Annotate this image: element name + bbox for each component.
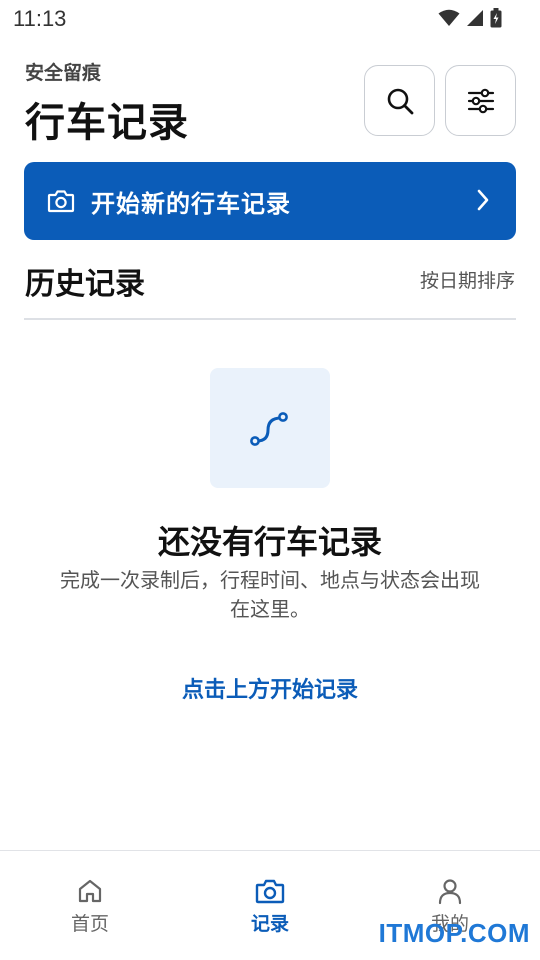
start-recording-link[interactable]: 点击上方开始记录	[0, 672, 540, 704]
nav-record-label: 记录	[250, 913, 289, 935]
route-icon	[250, 412, 288, 446]
wifi-icon	[438, 9, 460, 26]
battery-icon	[490, 8, 502, 28]
status-time: 11:13	[13, 6, 67, 31]
search-icon	[387, 88, 413, 114]
sliders-icon	[467, 88, 494, 113]
watermark: ITMOP.COM	[378, 918, 530, 948]
nav-record[interactable]: 记录	[180, 851, 360, 960]
start-record-button[interactable]: 开始新的行车记录	[24, 162, 516, 240]
start-record-label: 开始新的行车记录	[91, 189, 291, 218]
person-icon	[438, 879, 462, 905]
status-bar: 11:13	[0, 0, 540, 40]
app-subtitle: 安全留痕	[25, 62, 102, 84]
nav-home[interactable]: 首页	[0, 851, 180, 960]
camera-icon	[255, 879, 285, 904]
status-icons	[438, 8, 502, 28]
nav-home-label: 首页	[70, 913, 109, 935]
history-title: 历史记录	[25, 267, 145, 302]
sort-by-date-button[interactable]: 按日期排序	[420, 266, 515, 293]
search-button[interactable]	[364, 65, 435, 136]
home-icon	[78, 879, 102, 903]
signal-icon	[467, 10, 483, 26]
camera-icon	[47, 190, 75, 213]
empty-state-description: 完成一次录制后，行程时间、地点与状态会出现在这里。	[60, 568, 480, 621]
filter-button[interactable]	[445, 65, 516, 136]
empty-state-illustration	[210, 368, 330, 488]
empty-state-title: 还没有行车记录	[157, 523, 382, 561]
divider	[24, 318, 516, 320]
page-title: 行车记录	[25, 100, 189, 146]
chevron-right-icon	[477, 189, 489, 211]
